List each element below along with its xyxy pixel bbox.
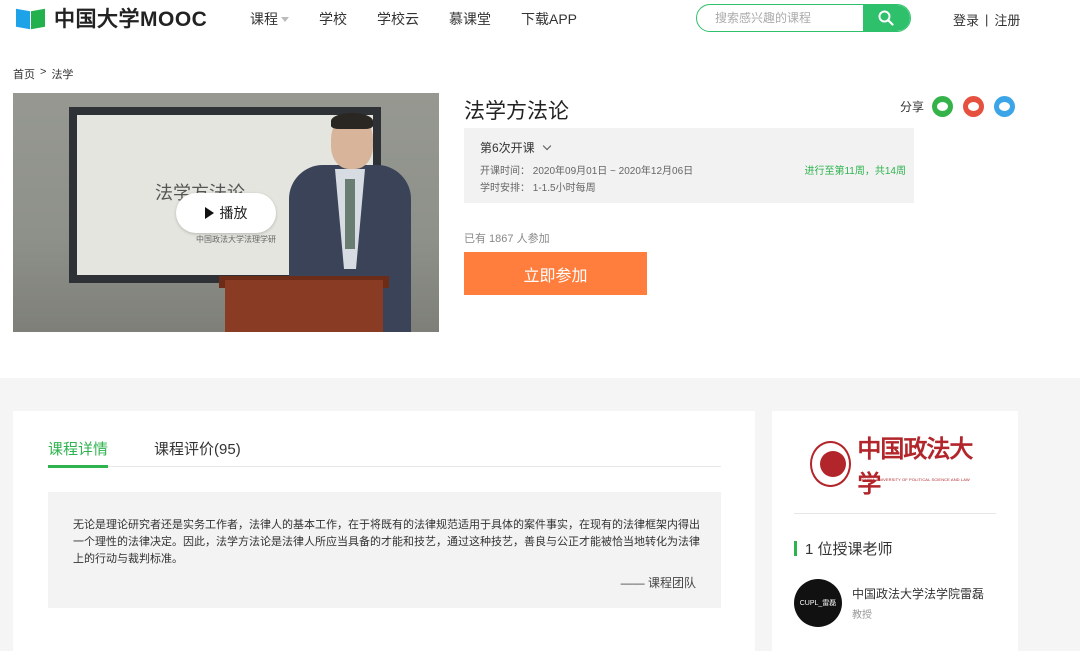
detail-card: 课程详情 课程评价(95) 无论是理论研究者还是实务工作者，法律人的基本工作，在… [13,411,755,651]
breadcrumb-current[interactable]: 法学 [51,66,73,82]
accent-bar [794,541,797,556]
term-hours: 学时安排： 1-1.5小时每周 [480,183,596,194]
university-logo[interactable]: 中国政法大学 CHINA UNIVERSITY OF POLITICAL SCI… [810,434,980,498]
description-signature: —— 课程团队 [620,576,696,590]
wechat-share-icon[interactable] [932,96,954,117]
main-nav: 课程 学校 学校云 慕课堂 下载APP [250,9,607,29]
teacher-item[interactable]: CUPL_雷磊 中国政法大学法学院雷磊 教授 [794,579,984,627]
divider [794,513,996,514]
course-description: 无论是理论研究者还是实务工作者，法律人的基本工作，在于将既有的法律规范适用于具体… [73,519,700,565]
teacher-title: 教授 [852,610,872,621]
nav-label: 课程 [250,11,278,27]
share-label: 分享 [900,100,925,114]
weibo-share-icon[interactable] [963,96,985,117]
tab-course-details[interactable]: 课程详情 [48,438,109,468]
login-link[interactable]: 登录 [953,10,979,29]
nav-school-cloud[interactable]: 学校云 [377,9,419,29]
university-name: 中国政法大学 [857,434,973,498]
breadcrumb: 首页 > 法学 [13,66,78,82]
podium [225,280,383,332]
play-icon [204,207,214,219]
book-logo-icon [16,6,48,30]
search-bar [696,4,911,32]
term-info-panel: 第6次开课 开课时间： 2020年09月01日 ~ 2020年12月06日 学时… [464,128,914,203]
detail-tabs: 课程详情 课程评价(95) [48,438,721,468]
join-course-button[interactable]: 立即参加 [464,252,647,295]
video-screen-subtitle: 中国政法大学法理学研 [196,235,276,244]
avatar: CUPL_雷磊 [794,579,842,627]
auth-separator: | [985,12,989,27]
logo-text: 中国大学MOOC [54,8,208,31]
course-title: 法学方法论 [464,100,569,123]
share-bar: 分享 [900,96,1025,117]
term-dates: 开课时间： 2020年09月01日 ~ 2020年12月06日 [480,166,694,177]
teacher-count: 1 位授课老师 [805,541,893,558]
term-label: 第6次开课 [480,141,535,155]
top-header: 中国大学MOOC 课程 学校 学校云 慕课堂 下载APP 登录 | 注册 [0,0,1080,38]
teacher-name: 中国政法大学法学院雷磊 [852,587,985,601]
nav-download-app[interactable]: 下载APP [521,9,577,29]
nav-schools[interactable]: 学校 [319,9,347,29]
nav-courses[interactable]: 课程 [250,9,289,29]
register-link[interactable]: 注册 [994,10,1020,29]
site-logo[interactable]: 中国大学MOOC [16,5,207,31]
breadcrumb-home[interactable]: 首页 [13,66,35,82]
caret-down-icon [281,16,289,22]
search-icon [878,10,894,26]
breadcrumb-separator: > [40,66,47,78]
course-description-box: 无论是理论研究者还是实务工作者，法律人的基本工作，在于将既有的法律规范适用于具体… [48,492,721,608]
lecturer-tie [345,179,355,249]
course-video-player[interactable]: 法学方法论 中国政法大学法理学研 播放 [13,93,439,332]
university-seal-icon [810,441,852,487]
tab-course-reviews[interactable]: 课程评价(95) [154,438,241,467]
search-input[interactable] [697,5,862,31]
lecturer-hair [331,113,373,129]
search-button[interactable] [863,5,910,31]
teacher-info: 中国政法大学法学院雷磊 教授 [852,585,984,621]
course-detail-section: 课程详情 课程评价(95) 无论是理论研究者还是实务工作者，法律人的基本工作，在… [0,378,1080,651]
play-label: 播放 [219,205,248,221]
nav-mooc-class[interactable]: 慕课堂 [449,9,491,29]
term-progress: 进行至第11周，共14周 [804,166,906,177]
university-card: 中国政法大学 CHINA UNIVERSITY OF POLITICAL SCI… [772,411,1018,651]
enrolled-count: 已有 1867 人参加 [464,233,550,245]
play-button[interactable]: 播放 [176,193,276,233]
university-name-en: CHINA UNIVERSITY OF POLITICAL SCIENCE AN… [862,477,970,482]
teacher-section-title: 1 位授课老师 [794,538,893,559]
term-selector[interactable]: 第6次开课 [480,139,551,156]
auth-links: 登录 | 注册 [953,10,1020,29]
chevron-down-icon [542,141,551,150]
qq-share-icon[interactable] [994,96,1016,117]
